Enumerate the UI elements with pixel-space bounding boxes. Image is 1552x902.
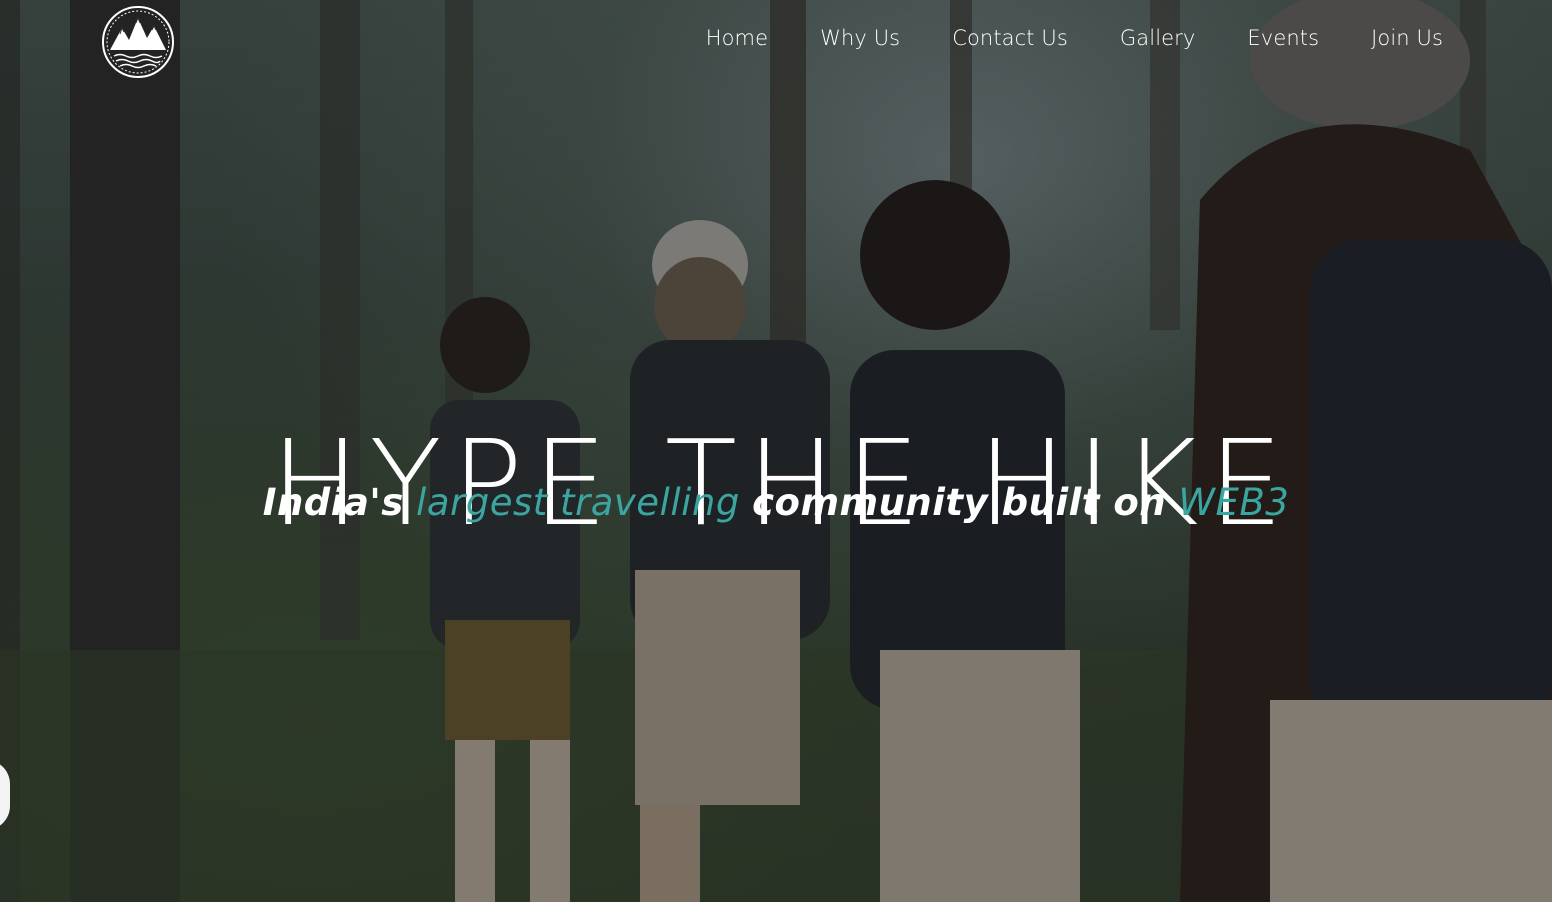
- subtitle-part-3: community built on: [752, 481, 1167, 524]
- hero-section: Home Why Us Contact Us Gallery Events Jo…: [0, 0, 1552, 902]
- hero-subtitle: India's largest travelling community bui…: [0, 484, 1552, 521]
- nav-events[interactable]: Events: [1247, 24, 1319, 52]
- nav-why-us[interactable]: Why Us: [820, 24, 900, 52]
- nav-join-us[interactable]: Join Us: [1371, 24, 1443, 52]
- nav-home[interactable]: Home: [706, 24, 768, 52]
- mountain-logo-icon: [102, 6, 174, 78]
- subtitle-part-1: India's: [262, 481, 404, 524]
- nav-contact-us[interactable]: Contact Us: [952, 24, 1068, 52]
- brand-logo[interactable]: [100, 4, 176, 80]
- nav-gallery[interactable]: Gallery: [1120, 24, 1196, 52]
- subtitle-part-4: WEB3: [1178, 481, 1290, 524]
- subtitle-part-2: largest travelling: [416, 481, 740, 524]
- main-nav: Home Why Us Contact Us Gallery Events Jo…: [654, 24, 1443, 52]
